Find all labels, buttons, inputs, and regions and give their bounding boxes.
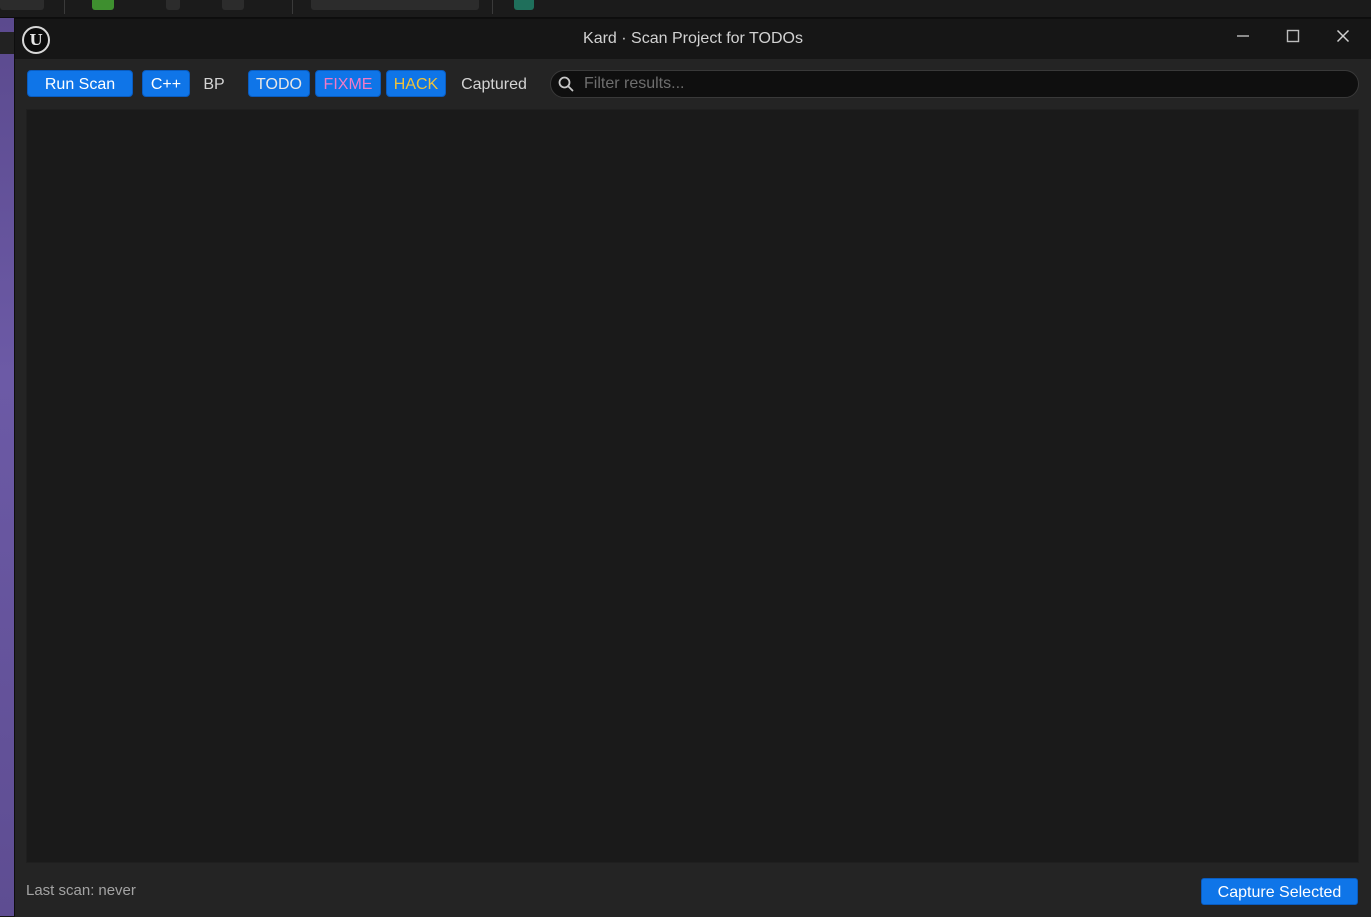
background-toolbar-icon [166, 0, 180, 10]
close-icon [1336, 29, 1350, 43]
background-toolbar-icon [222, 0, 244, 10]
results-list[interactable] [26, 109, 1359, 863]
kard-scan-window: U Kard · Scan Project for TODOs Run Scan… [14, 18, 1371, 917]
background-add-icon [92, 0, 114, 10]
last-scan-status: Last scan: never [26, 882, 136, 900]
minimize-button[interactable] [1220, 19, 1266, 53]
maximize-button[interactable] [1270, 19, 1316, 53]
filter-results-input[interactable] [582, 71, 1342, 97]
background-tool-icon [0, 32, 14, 54]
window-title: Kard · Scan Project for TODOs [583, 30, 803, 47]
filter-hack-toggle[interactable]: HACK [386, 70, 446, 97]
search-icon [558, 76, 574, 92]
run-scan-button[interactable]: Run Scan [27, 70, 133, 97]
filter-cpp-toggle[interactable]: C++ [142, 70, 190, 97]
last-scan-label: Last scan: [26, 882, 95, 899]
filter-fixme-toggle[interactable]: FIXME [315, 70, 381, 97]
filter-captured-toggle[interactable]: Captured [455, 70, 533, 97]
window-titlebar[interactable]: U Kard · Scan Project for TODOs [15, 19, 1371, 59]
capture-selected-button[interactable]: Capture Selected [1201, 878, 1358, 905]
status-bar: Last scan: never Capture Selected [15, 869, 1371, 917]
background-toolbar-separator [292, 0, 293, 14]
background-toolbar-separator [492, 0, 493, 14]
filter-search-box[interactable] [550, 70, 1359, 98]
background-plugin-icon [514, 0, 534, 10]
last-scan-value: never [98, 882, 136, 899]
filter-bp-toggle[interactable]: BP [198, 70, 230, 97]
minimize-icon [1237, 35, 1249, 37]
maximize-icon [1286, 29, 1300, 43]
background-viewport-edge [0, 18, 14, 916]
background-play-controls [311, 0, 479, 10]
background-toolbar-separator [64, 0, 65, 14]
background-editor-toolbar [0, 0, 1371, 18]
scan-toolbar: Run Scan C++ BP TODO FIXME HACK Captured [15, 59, 1371, 107]
background-toolbar-segment [0, 0, 44, 10]
filter-todo-toggle[interactable]: TODO [248, 70, 310, 97]
close-button[interactable] [1320, 19, 1366, 53]
